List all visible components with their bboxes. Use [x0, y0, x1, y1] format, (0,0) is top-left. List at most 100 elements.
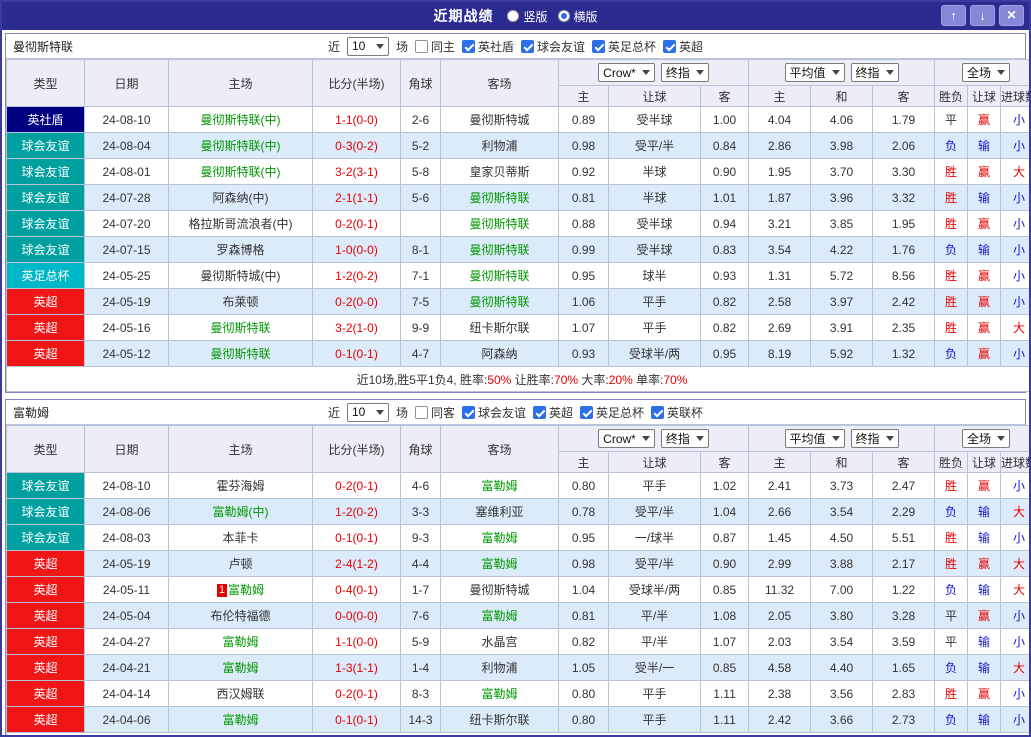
result-handicap: 输 [968, 629, 1001, 655]
euro-draw-odds: 3.54 [811, 629, 873, 655]
corner-score: 7-1 [401, 263, 441, 289]
result-goals: 小 [1001, 211, 1031, 237]
euro-home-odds: 8.19 [749, 341, 811, 367]
handicap-line: 受平/半 [609, 499, 701, 525]
league-badge: 英超 [33, 583, 57, 597]
score: 1-0(0-0) [313, 237, 401, 263]
league-filter-checkbox[interactable]: 球会友谊 [521, 38, 585, 55]
score: 0-1(0-1) [313, 341, 401, 367]
match-date: 24-04-21 [85, 655, 169, 681]
handicap-away-odds: 0.90 [701, 159, 749, 185]
sub-header-handicap-away: 客 [701, 86, 749, 107]
away-team: 曼彻斯特联 [469, 295, 529, 309]
fullgame-select[interactable]: 全场 [962, 63, 1010, 82]
result-goals: 小 [1001, 707, 1031, 733]
league-filter-checkbox[interactable]: 英超 [663, 38, 703, 55]
match-row: 英超24-05-16曼彻斯特联3-2(1-0)9-9纽卡斯尔联1.07平手0.8… [7, 315, 1031, 341]
euro-away-odds: 2.42 [873, 289, 935, 315]
close-button[interactable]: × [999, 5, 1024, 26]
euro-draw-odds: 5.92 [811, 341, 873, 367]
euro-away-odds: 2.47 [873, 473, 935, 499]
handicap-away-odds: 0.82 [701, 315, 749, 341]
crow-select[interactable]: Crow* [598, 63, 655, 82]
final-odds-select[interactable]: 终指 [661, 63, 709, 82]
euro-draw-odds: 3.88 [811, 551, 873, 577]
final-odds-select[interactable]: 终指 [661, 429, 709, 448]
score: 1-3(1-1) [313, 655, 401, 681]
league-filter-checkbox[interactable]: 英社盾 [462, 38, 514, 55]
handicap-line: 半球 [609, 185, 701, 211]
result-outcome: 负 [935, 707, 968, 733]
move-up-button[interactable]: ↑ [941, 5, 966, 26]
match-count-select[interactable]: 10 [347, 403, 389, 422]
corner-score: 1-4 [401, 655, 441, 681]
league-filter-checkbox[interactable]: 球会友谊 [462, 404, 526, 421]
euro-draw-odds: 3.73 [811, 473, 873, 499]
checkbox-checked-icon [533, 406, 546, 419]
move-down-button[interactable]: ↓ [970, 5, 995, 26]
home-team: 富勒姆 [222, 635, 258, 649]
filter-bar: 近 10 场 同主 英社盾球会友谊英足总杯英超 [328, 37, 703, 56]
handicap-home-odds: 0.82 [559, 629, 609, 655]
average-select[interactable]: 平均值 [785, 63, 845, 82]
col-header-home: 主场 [169, 426, 313, 473]
crow-select[interactable]: Crow* [598, 429, 655, 448]
sub-header-result-goals: 进球数 [1001, 452, 1031, 473]
summary-value: 70% [663, 373, 687, 387]
layout-radio[interactable]: 竖版 [507, 8, 547, 25]
euro-draw-odds: 3.98 [811, 133, 873, 159]
score: 1-1(0-0) [313, 107, 401, 133]
checkbox-checked-icon [462, 406, 475, 419]
filter-near-label: 近 [328, 404, 340, 421]
average-select[interactable]: 平均值 [785, 429, 845, 448]
league-badge: 球会友谊 [21, 139, 69, 153]
fullgame-select[interactable]: 全场 [962, 429, 1010, 448]
away-team: 曼彻斯特联 [469, 269, 529, 283]
titlebar: 近期战绩 竖版横版 ↑ ↓ × [2, 2, 1029, 30]
result-goals: 小 [1001, 133, 1031, 159]
league-filter-label: 英超 [679, 38, 703, 55]
same-venue-checkbox[interactable]: 同客 [415, 404, 455, 421]
euro-section-header: 平均值 终指 [749, 426, 935, 452]
col-header-date: 日期 [85, 426, 169, 473]
result-handicap: 输 [968, 133, 1001, 159]
euro-away-odds: 2.29 [873, 499, 935, 525]
euro-away-odds: 1.32 [873, 341, 935, 367]
league-filter-checkbox[interactable]: 英超 [533, 404, 573, 421]
layout-radio[interactable]: 横版 [558, 8, 598, 25]
euro-away-odds: 1.79 [873, 107, 935, 133]
euro-away-odds: 2.35 [873, 315, 935, 341]
same-venue-checkbox[interactable]: 同主 [415, 38, 455, 55]
result-outcome: 胜 [935, 551, 968, 577]
checkbox-checked-icon [580, 406, 593, 419]
final-odds-select[interactable]: 终指 [851, 63, 899, 82]
away-team: 塞维利亚 [475, 505, 523, 519]
chevron-down-icon [642, 70, 650, 75]
league-filter-checkbox[interactable]: 英足总杯 [592, 38, 656, 55]
away-team: 曼彻斯特联 [469, 217, 529, 231]
result-goals: 小 [1001, 107, 1031, 133]
league-badge: 英超 [33, 557, 57, 571]
euro-away-odds: 3.32 [873, 185, 935, 211]
score: 1-2(0-2) [313, 499, 401, 525]
euro-home-odds: 1.31 [749, 263, 811, 289]
handicap-away-odds: 0.93 [701, 263, 749, 289]
euro-home-odds: 4.04 [749, 107, 811, 133]
chevron-down-icon [642, 436, 650, 441]
match-row: 英超24-05-19布莱顿0-2(0-0)7-5曼彻斯特联1.06平手0.822… [7, 289, 1031, 315]
handicap-away-odds: 0.85 [701, 577, 749, 603]
match-count-select[interactable]: 10 [347, 37, 389, 56]
euro-home-odds: 3.21 [749, 211, 811, 237]
result-outcome: 负 [935, 237, 968, 263]
final-odds-select[interactable]: 终指 [851, 429, 899, 448]
result-handicap: 赢 [968, 263, 1001, 289]
match-date: 24-04-27 [85, 629, 169, 655]
result-outcome: 平 [935, 603, 968, 629]
score: 1-1(0-0) [313, 629, 401, 655]
match-date: 24-05-19 [85, 551, 169, 577]
away-team: 富勒姆 [481, 479, 517, 493]
league-filter-checkbox[interactable]: 英足总杯 [580, 404, 644, 421]
league-filter-checkbox[interactable]: 英联杯 [651, 404, 703, 421]
euro-away-odds: 3.59 [873, 629, 935, 655]
result-goals: 小 [1001, 603, 1031, 629]
